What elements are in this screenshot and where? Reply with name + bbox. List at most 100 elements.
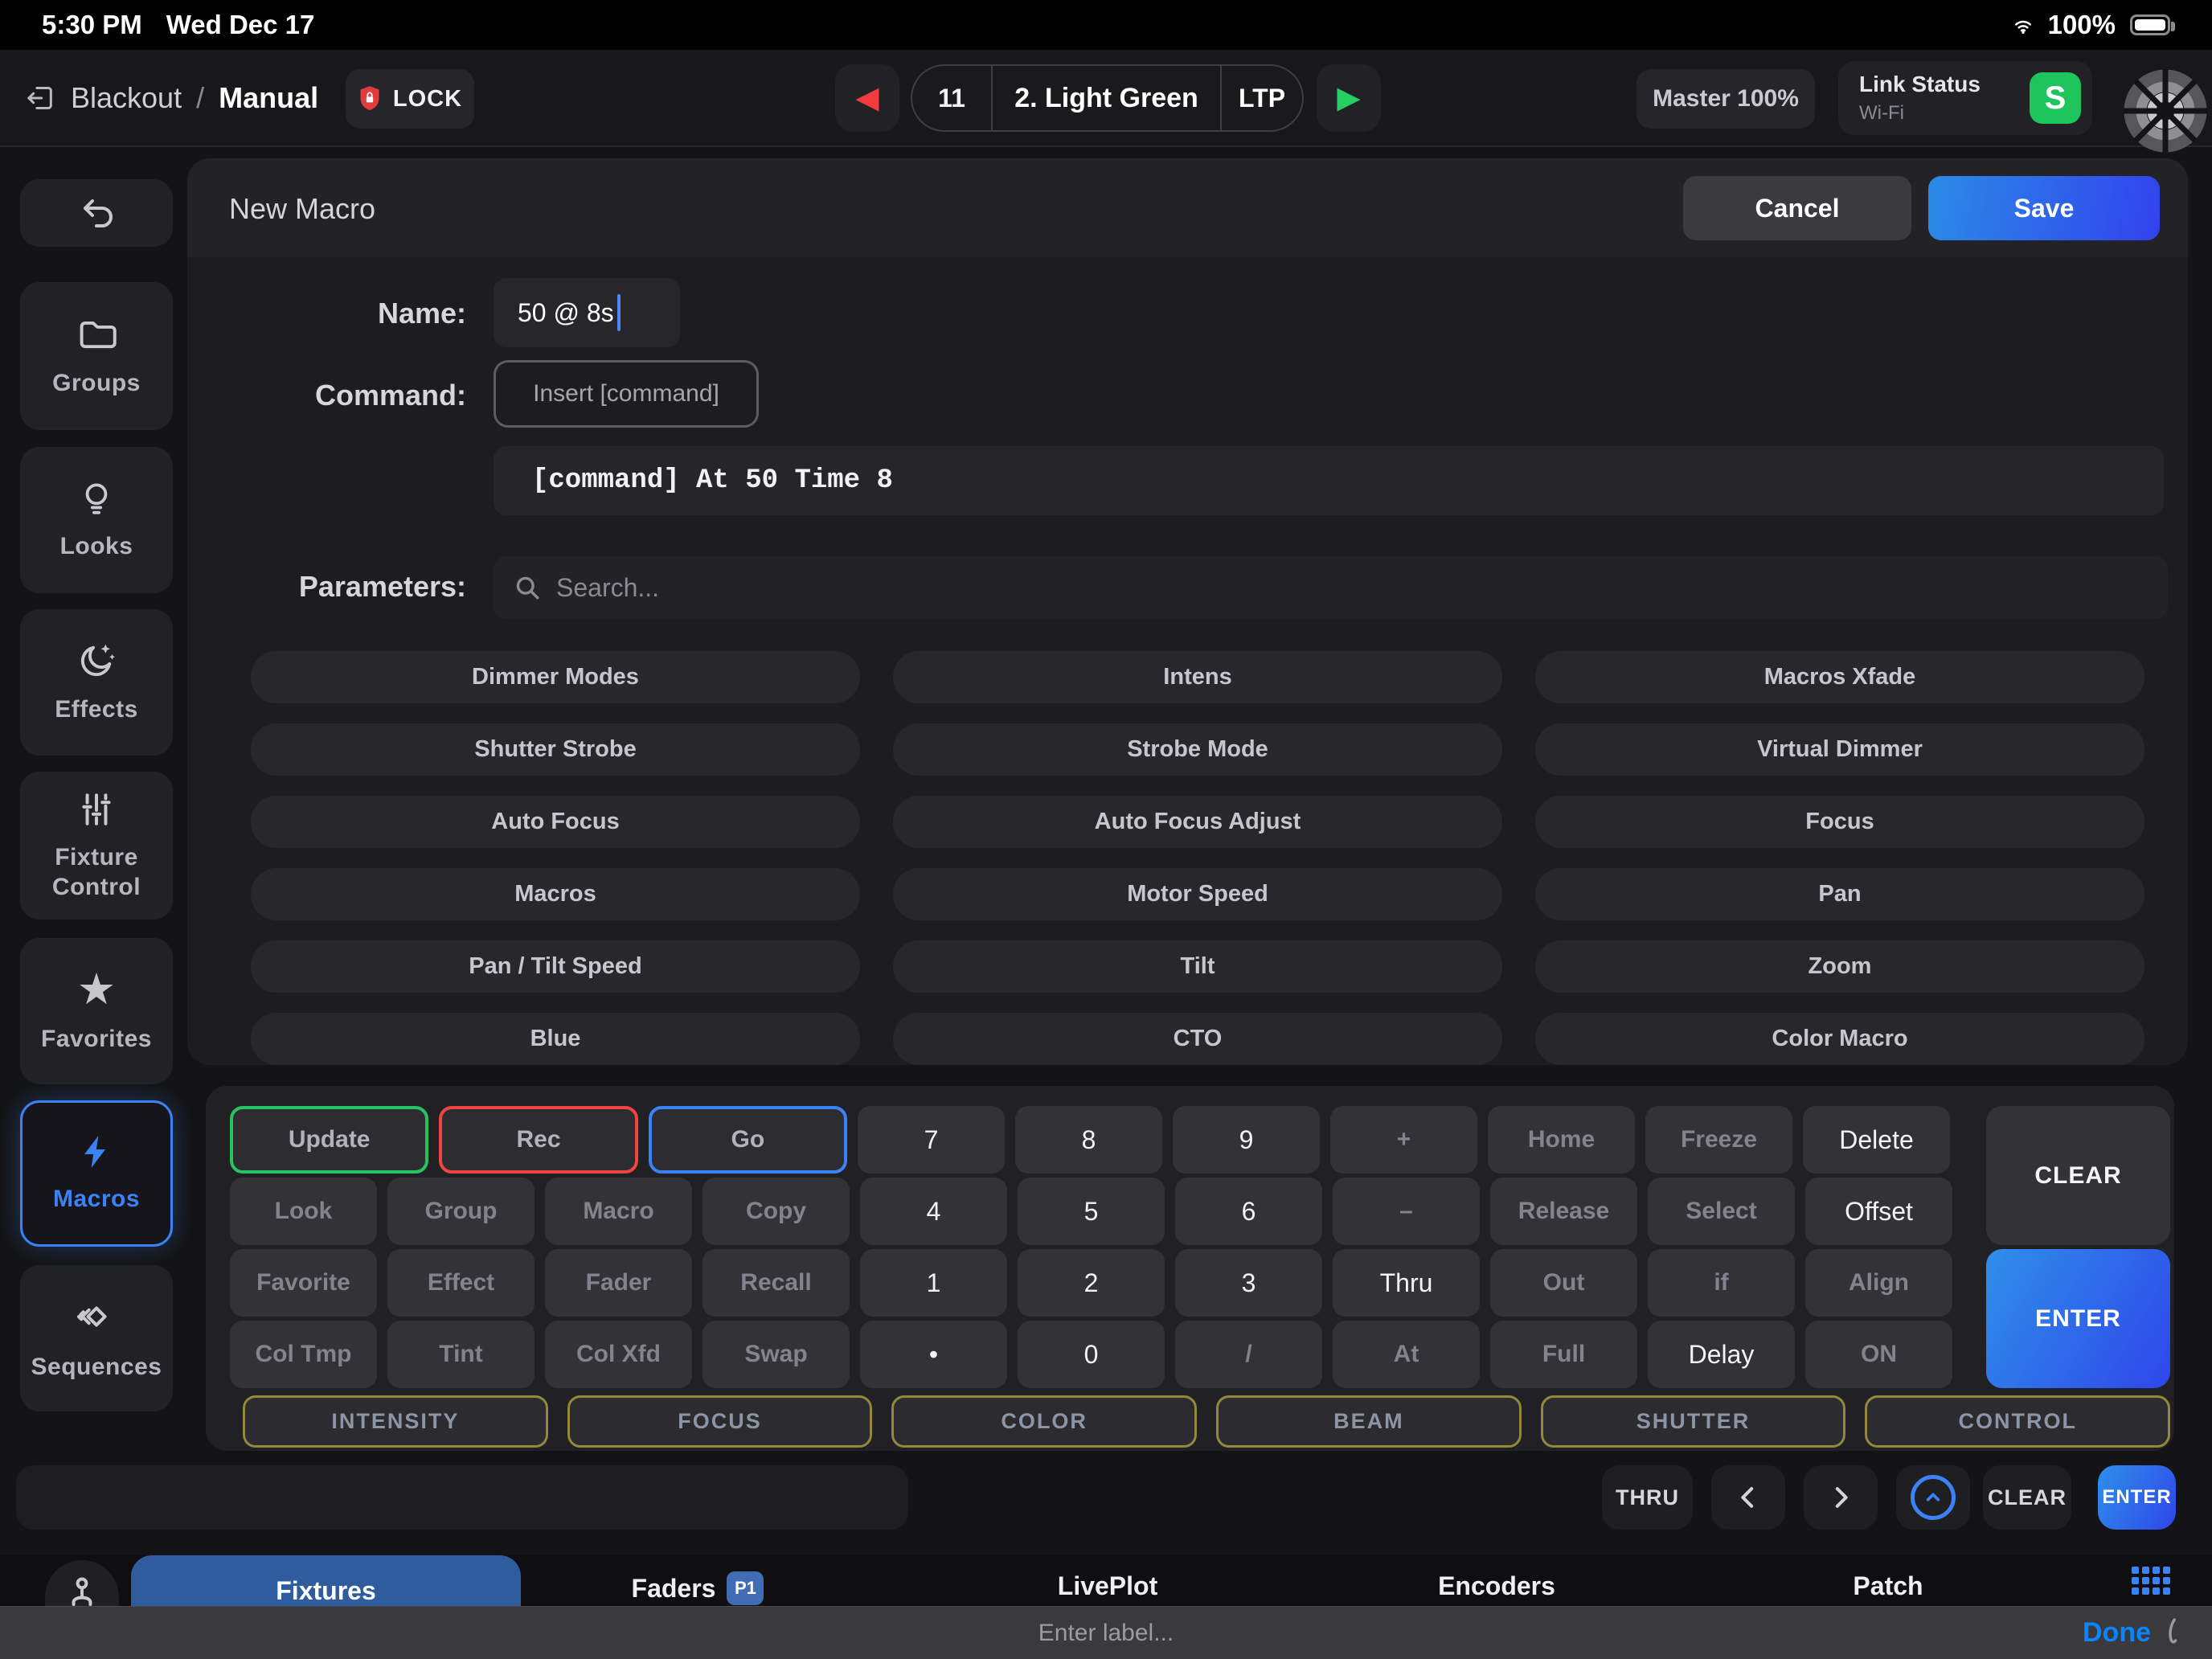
key-align[interactable]: Align	[1805, 1249, 1952, 1317]
palette-intensity[interactable]: INTENSITY	[243, 1395, 548, 1448]
key-offset[interactable]: Offset	[1805, 1178, 1952, 1245]
param-button-intens[interactable]: Intens	[893, 651, 1502, 703]
palette-shutter[interactable]: SHUTTER	[1541, 1395, 1846, 1448]
cmdbar-prev-button[interactable]	[1711, 1465, 1785, 1530]
key-9[interactable]: 9	[1173, 1106, 1320, 1174]
key-delete[interactable]: Delete	[1803, 1106, 1950, 1174]
key-enter[interactable]: ENTER	[1986, 1249, 2170, 1388]
key-copy[interactable]: Copy	[703, 1178, 850, 1245]
param-button-pan-tilt-speed[interactable]: Pan / Tilt Speed	[251, 940, 860, 993]
key-thru[interactable]: Thru	[1333, 1249, 1480, 1317]
tab-faders[interactable]: Faders P1	[601, 1571, 794, 1605]
key-macro[interactable]: Macro	[545, 1178, 692, 1245]
cue-mode[interactable]: LTP	[1222, 66, 1302, 130]
key-2[interactable]: 2	[1018, 1249, 1165, 1317]
key-col-tmp[interactable]: Col Tmp	[230, 1321, 377, 1388]
cue-go-button[interactable]: ▶	[1317, 64, 1381, 132]
macro-name-input[interactable]: 50 @ 8s	[494, 278, 680, 347]
key-slash[interactable]: /	[1175, 1321, 1322, 1388]
key-out[interactable]: Out	[1490, 1249, 1637, 1317]
palette-color[interactable]: COLOR	[891, 1395, 1197, 1448]
breadcrumb[interactable]: Blackout / Manual	[24, 50, 318, 145]
param-button-cto[interactable]: CTO	[893, 1013, 1502, 1065]
tab-encoders[interactable]: Encoders	[1400, 1571, 1593, 1601]
key-6[interactable]: 6	[1175, 1178, 1322, 1245]
key-1[interactable]: 1	[860, 1249, 1007, 1317]
key-update[interactable]: Update	[230, 1106, 428, 1174]
key-home[interactable]: Home	[1488, 1106, 1635, 1174]
key-col-xfd[interactable]: Col Xfd	[545, 1321, 692, 1388]
param-button-motor-speed[interactable]: Motor Speed	[893, 868, 1502, 920]
save-button[interactable]: Save	[1928, 176, 2160, 240]
cmdbar-thru-button[interactable]: THRU	[1602, 1465, 1693, 1530]
key-5[interactable]: 5	[1018, 1178, 1165, 1245]
sidebar-item-macros[interactable]: Macros	[20, 1100, 173, 1247]
label-input-placeholder[interactable]: Enter label...	[1038, 1620, 1174, 1647]
cmdbar-enter-button[interactable]: ENTER	[2098, 1465, 2176, 1530]
lock-button[interactable]: LOCK	[346, 69, 474, 129]
key-7[interactable]: 7	[858, 1106, 1005, 1174]
key-recall[interactable]: Recall	[703, 1249, 850, 1317]
key-full[interactable]: Full	[1490, 1321, 1637, 1388]
key-0[interactable]: 0	[1018, 1321, 1165, 1388]
color-wheel-button[interactable]	[2122, 68, 2209, 157]
param-button-shutter-strobe[interactable]: Shutter Strobe	[251, 723, 860, 776]
cue-selector[interactable]: 11 2. Light Green LTP	[911, 64, 1304, 132]
sidebar-item-effects[interactable]: Effects	[20, 609, 173, 756]
cmdbar-clear-button[interactable]: CLEAR	[1983, 1465, 2071, 1530]
insert-command-button[interactable]: Insert [command]	[494, 360, 759, 428]
tab-liveplot[interactable]: LivePlot	[1011, 1571, 1204, 1601]
tab-patch[interactable]: Patch	[1792, 1571, 1985, 1601]
param-button-macros-xfade[interactable]: Macros Xfade	[1535, 651, 2144, 703]
param-button-focus[interactable]: Focus	[1535, 796, 2144, 848]
key-freeze[interactable]: Freeze	[1645, 1106, 1792, 1174]
key-go[interactable]: Go	[649, 1106, 847, 1174]
key-favorite[interactable]: Favorite	[230, 1249, 377, 1317]
key-dot[interactable]: •	[860, 1321, 1007, 1388]
palette-focus[interactable]: FOCUS	[567, 1395, 873, 1448]
param-button-blue[interactable]: Blue	[251, 1013, 860, 1065]
param-button-color-macro[interactable]: Color Macro	[1535, 1013, 2144, 1065]
param-button-macros[interactable]: Macros	[251, 868, 860, 920]
sidebar-item-looks[interactable]: Looks	[20, 447, 173, 593]
key-plus[interactable]: +	[1330, 1106, 1477, 1174]
cue-number[interactable]: 11	[912, 66, 991, 130]
param-button-virtual-dimmer[interactable]: Virtual Dimmer	[1535, 723, 2144, 776]
param-button-zoom[interactable]: Zoom	[1535, 940, 2144, 993]
key-4[interactable]: 4	[860, 1178, 1007, 1245]
cue-name[interactable]: 2. Light Green	[991, 66, 1222, 130]
key-effect[interactable]: Effect	[387, 1249, 535, 1317]
command-line-input[interactable]	[16, 1465, 908, 1530]
key-minus[interactable]: –	[1333, 1178, 1480, 1245]
sidebar-back-button[interactable]	[20, 179, 173, 247]
link-status[interactable]: Link Status Wi-Fi S	[1838, 61, 2092, 135]
parameter-search[interactable]	[494, 556, 2168, 619]
key-tint[interactable]: Tint	[387, 1321, 535, 1388]
key-at[interactable]: At	[1333, 1321, 1480, 1388]
sidebar-item-sequences[interactable]: Sequences	[20, 1265, 173, 1411]
key-group[interactable]: Group	[387, 1178, 535, 1245]
key-8[interactable]: 8	[1015, 1106, 1162, 1174]
key-on[interactable]: ON	[1805, 1321, 1952, 1388]
cmdbar-collapse-button[interactable]	[1896, 1465, 1970, 1530]
app-grid-icon[interactable]	[2132, 1567, 2170, 1595]
keyboard-done-button[interactable]: Done	[2083, 1607, 2185, 1659]
sidebar-item-fixture-control[interactable]: Fixture Control	[20, 772, 173, 920]
key-clear[interactable]: CLEAR	[1986, 1106, 2170, 1245]
cue-back-button[interactable]: ◀	[835, 64, 899, 132]
key-fader[interactable]: Fader	[545, 1249, 692, 1317]
key-release[interactable]: Release	[1490, 1178, 1637, 1245]
param-button-auto-focus-adjust[interactable]: Auto Focus Adjust	[893, 796, 1502, 848]
search-input[interactable]	[556, 573, 1963, 603]
key-select[interactable]: Select	[1648, 1178, 1795, 1245]
palette-control[interactable]: CONTROL	[1865, 1395, 2170, 1448]
param-button-auto-focus[interactable]: Auto Focus	[251, 796, 860, 848]
sidebar-item-favorites[interactable]: ★ Favorites	[20, 938, 173, 1084]
param-button-pan[interactable]: Pan	[1535, 868, 2144, 920]
sidebar-item-groups[interactable]: Groups	[20, 282, 173, 430]
key-swap[interactable]: Swap	[703, 1321, 850, 1388]
param-button-dimmer-modes[interactable]: Dimmer Modes	[251, 651, 860, 703]
key-look[interactable]: Look	[230, 1178, 377, 1245]
param-button-tilt[interactable]: Tilt	[893, 940, 1502, 993]
key-3[interactable]: 3	[1175, 1249, 1322, 1317]
